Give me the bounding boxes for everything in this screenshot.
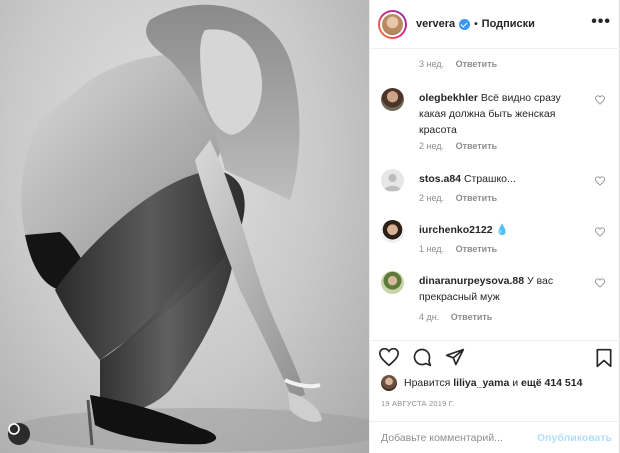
avatar[interactable]	[381, 169, 404, 192]
verified-icon	[459, 18, 471, 30]
post-modal: ververa • Подписки ••• 3 нед. Ответить o…	[0, 0, 620, 453]
heart-icon[interactable]	[595, 227, 605, 237]
post-actions: Нравится liliya_yama и ещё 414 514 19 АВ…	[370, 340, 620, 453]
comment-username[interactable]: olegbekhler	[419, 92, 478, 104]
comment-text: olegbekhler Всё видно сразу какая должна…	[419, 90, 589, 138]
comment-body: Страшко...	[463, 173, 516, 185]
comment-time: 3 нед.	[419, 59, 445, 69]
photo-illustration	[10, 4, 369, 452]
publish-button[interactable]: Опубликовать	[537, 432, 612, 444]
comment-text: iurchenko2122 💧	[419, 222, 589, 238]
heart-icon[interactable]	[595, 176, 605, 186]
circle-icon[interactable]	[8, 423, 30, 445]
caption-meta: 3 нед. Ответить	[419, 59, 497, 69]
comment-username[interactable]: iurchenko2122	[419, 224, 493, 236]
likes-count[interactable]: ещё 414 514	[521, 377, 582, 389]
avatar[interactable]	[381, 88, 404, 111]
avatar[interactable]	[381, 220, 404, 243]
reply-button[interactable]: Ответить	[456, 59, 498, 69]
bookmark-icon[interactable]	[595, 348, 613, 368]
heart-icon[interactable]	[595, 278, 605, 288]
post-photo[interactable]	[0, 0, 369, 453]
reply-button[interactable]: Ответить	[456, 193, 498, 203]
header-username[interactable]: ververa	[416, 18, 455, 30]
likes-user[interactable]: liliya_yama	[453, 377, 509, 389]
comment-username[interactable]: stos.a84	[419, 173, 461, 185]
comments-list[interactable]: 3 нед. Ответить olegbekhler Всё видно ср…	[370, 50, 620, 340]
comment-time: 2 нед.	[419, 193, 445, 203]
likes-summary[interactable]: Нравится liliya_yama и ещё 414 514	[381, 375, 582, 391]
comment-time: 1 нед.	[419, 244, 445, 254]
likes-middle: и	[512, 377, 519, 389]
comment-time: 2 нед.	[419, 141, 445, 151]
comment-meta: 1 нед. Ответить	[419, 244, 497, 254]
header-separator: •	[474, 18, 478, 30]
comment-body: 💧	[495, 224, 509, 236]
avatar[interactable]	[378, 9, 407, 39]
post-date: 19 АВГУСТА 2019 Г.	[381, 399, 455, 408]
comment-meta: 4 дн. Ответить	[419, 312, 492, 322]
heart-icon[interactable]	[379, 347, 399, 367]
avatar[interactable]	[381, 271, 404, 294]
likes-prefix: Нравится	[404, 377, 451, 389]
comment-input[interactable]	[381, 432, 531, 444]
comment-time: 4 дн.	[419, 312, 440, 322]
reply-button[interactable]: Ответить	[456, 141, 498, 151]
comment-meta: 2 нед. Ответить	[419, 193, 497, 203]
heart-icon[interactable]	[595, 95, 605, 105]
comment-icon[interactable]	[412, 347, 432, 367]
post-header: ververa • Подписки •••	[370, 0, 620, 49]
add-comment-bar: Опубликовать	[370, 421, 620, 453]
share-icon[interactable]	[445, 347, 465, 367]
following-button[interactable]: Подписки	[482, 18, 535, 30]
post-sidebar: ververa • Подписки ••• 3 нед. Ответить o…	[369, 0, 620, 453]
reply-button[interactable]: Ответить	[451, 312, 493, 322]
comment-text: dinaranurpeysova.88 У вас прекрасный муж	[419, 273, 589, 305]
comment-username[interactable]: dinaranurpeysova.88	[419, 275, 524, 287]
reply-button[interactable]: Ответить	[456, 244, 498, 254]
comment-meta: 2 нед. Ответить	[419, 141, 497, 151]
comment-text: stos.a84 Страшко...	[419, 171, 589, 187]
action-icons	[379, 347, 465, 367]
more-options-icon[interactable]: •••	[591, 14, 611, 30]
avatar[interactable]	[381, 375, 397, 391]
